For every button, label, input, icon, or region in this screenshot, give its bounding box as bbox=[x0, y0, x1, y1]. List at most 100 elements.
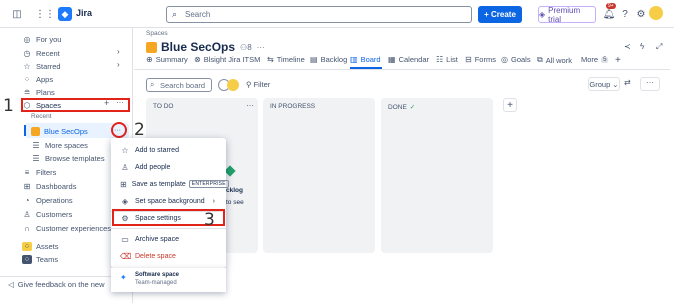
chevron-right-icon[interactable]: › bbox=[117, 60, 120, 69]
sidebar-item-customer-experiences[interactable]: ∩ Customer experiences bbox=[22, 222, 111, 234]
board-icon: ▥ bbox=[350, 55, 358, 64]
sidebar-item-label: Plans bbox=[36, 87, 55, 97]
sidebar-item-label: Dashboards bbox=[36, 181, 77, 191]
sidebar-item-apps[interactable]: ⁘ Apps bbox=[22, 73, 53, 85]
board-search-input[interactable]: ⌕ Search board bbox=[146, 78, 212, 92]
breadcrumb[interactable]: Spaces bbox=[146, 30, 168, 37]
sidebar-item-label: Blue SecOps bbox=[44, 126, 88, 136]
chevron-right-icon[interactable]: › bbox=[117, 47, 120, 56]
create-button[interactable]: + Create bbox=[478, 6, 522, 23]
sidebar-item-recent[interactable]: ◷ Recent bbox=[22, 47, 60, 59]
sidebar-toggle-icon[interactable]: ◫ bbox=[10, 7, 24, 21]
space-type-footer: ✦ Software space Team-managed bbox=[111, 268, 226, 292]
space-more-actions-icon[interactable]: ··· bbox=[114, 127, 121, 134]
share-icon[interactable]: ≺ bbox=[624, 42, 631, 51]
tab-list[interactable]: ☷ List bbox=[436, 55, 458, 64]
board-column-done[interactable]: DONE ✓ bbox=[381, 98, 493, 253]
settings-gear-icon[interactable]: ⚙ bbox=[634, 7, 648, 21]
menu-item-archive-space[interactable]: ▭ Archive space bbox=[111, 232, 226, 246]
blue-secops-link[interactable]: Blue SecOps bbox=[31, 125, 88, 137]
menu-item-add-to-starred[interactable]: ☆ Add to starred bbox=[111, 143, 226, 157]
board-column-in-progress[interactable]: IN PROGRESS bbox=[263, 98, 375, 253]
automation-icon[interactable]: ϟ bbox=[640, 42, 644, 51]
tab-label: Timeline bbox=[276, 55, 305, 64]
tab-calendar[interactable]: ▦ Calendar bbox=[388, 55, 429, 64]
sidebar-item-starred[interactable]: ☆ Starred bbox=[22, 60, 61, 72]
tab-more[interactable]: More 5 bbox=[581, 55, 609, 64]
tab-label: Blsight Jira ITSM bbox=[203, 55, 261, 64]
tab-label: List bbox=[446, 55, 458, 64]
tab-blsight[interactable]: ⊗ Blsight Jira ITSM bbox=[194, 55, 260, 64]
filter-button[interactable]: ⚲ Filter bbox=[246, 80, 270, 89]
checkmark-icon: ✓ bbox=[409, 104, 416, 111]
sidebar-item-browse-templates[interactable]: ☰ Browse templates bbox=[31, 152, 104, 164]
app-name[interactable]: Jira bbox=[76, 8, 92, 18]
tab-timeline[interactable]: ⇆ Timeline bbox=[267, 55, 305, 64]
premium-trial-button[interactable]: ◈ Premium trial bbox=[538, 6, 596, 24]
sidebar-item-operations[interactable]: ◔ Operations bbox=[22, 194, 73, 206]
apps-grid-icon: ⁘ bbox=[23, 74, 31, 84]
title-more-icon[interactable]: ··· bbox=[257, 43, 265, 52]
help-icon[interactable]: ? bbox=[618, 7, 632, 21]
clock-icon: ◷ bbox=[23, 48, 31, 58]
sidebar-item-teams[interactable]: ⁘ Teams bbox=[22, 253, 58, 265]
tab-goals[interactable]: ◎ Goals bbox=[501, 55, 531, 64]
board-search-placeholder: Search board bbox=[160, 81, 206, 90]
app-switcher-icon[interactable]: ⋮⋮ bbox=[35, 7, 55, 21]
tab-label: Goals bbox=[510, 55, 531, 64]
group-label: Group bbox=[589, 79, 611, 89]
tab-summary[interactable]: ⊕ Summary bbox=[146, 55, 188, 64]
dashboard-icon: ⊞ bbox=[23, 181, 31, 191]
tab-all-work[interactable]: ⧉ All work bbox=[537, 55, 572, 65]
sidebar-item-label: Operations bbox=[36, 195, 73, 205]
people-icon[interactable]: ⚇8 bbox=[240, 43, 252, 52]
board-more-icon[interactable]: ··· bbox=[640, 77, 660, 91]
paint-bucket-icon: ◈ bbox=[121, 196, 129, 206]
sidebar-item-for-you[interactable]: ◎ For you bbox=[22, 33, 62, 45]
empty-state-text: cklog bbox=[226, 187, 243, 194]
menu-item-add-people[interactable]: ♙ Add people bbox=[111, 160, 226, 174]
sidebar-item-dashboards[interactable]: ⊞ Dashboards bbox=[22, 180, 77, 192]
star-icon: ☆ bbox=[121, 145, 129, 155]
forms-icon: ⊟ bbox=[465, 55, 472, 64]
add-column-button[interactable]: + bbox=[503, 98, 517, 112]
user-avatar[interactable] bbox=[649, 6, 663, 20]
sidebar-item-customers[interactable]: ♙ Customers bbox=[22, 208, 72, 220]
search-input[interactable]: ⌕ Search bbox=[166, 6, 472, 23]
column-more-icon[interactable]: ··· bbox=[246, 101, 254, 110]
sidebar-item-label: Starred bbox=[36, 61, 61, 71]
sidebar-item-label: More spaces bbox=[45, 140, 88, 150]
sidebar-item-plans[interactable]: ≘ Plans bbox=[22, 86, 55, 98]
avatar[interactable] bbox=[227, 79, 239, 91]
tab-backlog[interactable]: ▤ Backlog bbox=[310, 55, 347, 64]
tab-forms[interactable]: ⊟ Forms bbox=[465, 55, 496, 64]
empty-state-text: to see bbox=[226, 199, 244, 206]
sidebar-item-more-spaces[interactable]: ☰ More spaces bbox=[31, 139, 88, 151]
menu-item-save-as-template[interactable]: ⊞ Save as template ENTERPRISE bbox=[111, 177, 229, 191]
teams-icon: ⁘ bbox=[22, 254, 32, 264]
globe-icon: ⊕ bbox=[146, 55, 153, 64]
notifications-icon[interactable]: 🔔︎ bbox=[602, 7, 616, 21]
expand-icon[interactable]: ⤢ bbox=[656, 42, 662, 52]
space-type-title: Software space bbox=[135, 272, 180, 278]
group-by-select[interactable]: Group ⌄ bbox=[588, 77, 620, 91]
chevron-down-icon: ⌄ bbox=[612, 79, 619, 89]
menu-item-label: Save as template bbox=[131, 180, 186, 188]
tab-board[interactable]: ▥ Board bbox=[350, 55, 381, 64]
column-title: TO DO bbox=[153, 103, 174, 110]
sidebar-item-assets[interactable]: ⁘ Assets bbox=[22, 240, 59, 252]
feedback-label: Give feedback on the new bbox=[17, 280, 105, 289]
assignee-avatars[interactable] bbox=[218, 79, 240, 91]
gem-icon: ◈ bbox=[539, 10, 546, 19]
menu-item-delete-space[interactable]: ⌫ Delete space bbox=[111, 249, 226, 263]
add-tab-icon[interactable]: + bbox=[615, 55, 621, 66]
sidebar-item-filters[interactable]: ≡ Filters bbox=[22, 166, 57, 178]
view-settings-icon[interactable]: ⇄ bbox=[624, 78, 631, 87]
sidebar-item-label: Assets bbox=[36, 241, 59, 251]
menu-item-set-space-background[interactable]: ◈ Set space background › bbox=[111, 194, 226, 208]
menu-item-label: Archive space bbox=[135, 235, 179, 243]
archive-icon: ▭ bbox=[121, 234, 129, 244]
sidebar-item-label: Customers bbox=[36, 209, 73, 219]
trash-icon: ⌫ bbox=[120, 251, 132, 261]
jira-logo-icon[interactable]: ◆ bbox=[58, 7, 72, 21]
